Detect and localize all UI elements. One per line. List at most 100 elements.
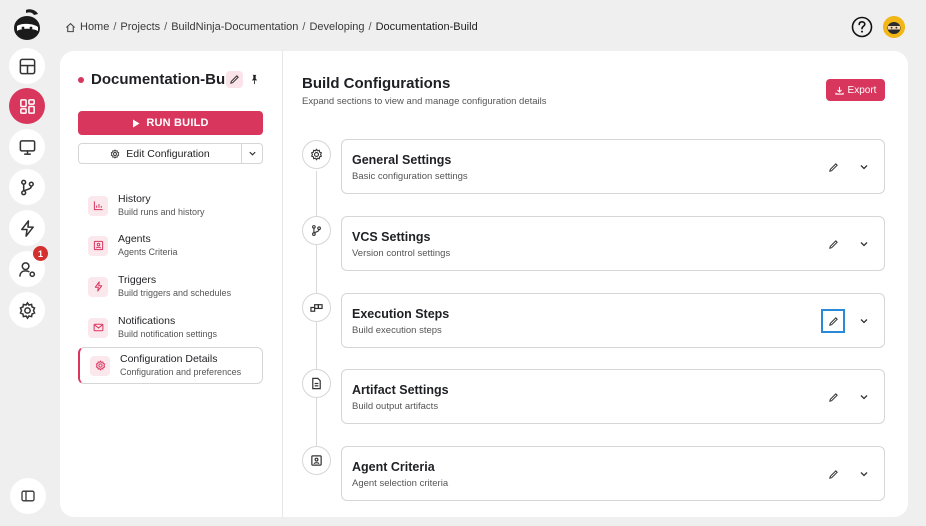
export-label: Export (847, 84, 877, 96)
pencil-icon (828, 162, 838, 172)
nav-icon-wrap (88, 195, 108, 216)
download-icon (834, 86, 844, 95)
sidebar-item-subtitle: Build runs and history (118, 207, 205, 217)
home-icon[interactable] (65, 22, 76, 33)
sidebar-item-title: Triggers (118, 274, 157, 286)
nav-text: Notifications Build notification setting… (118, 315, 217, 340)
section-title: General Settings (352, 153, 452, 167)
breadcrumb-project[interactable]: BuildNinja-Documentation (171, 21, 298, 33)
agent-icon (311, 455, 322, 466)
timeline-node (302, 140, 331, 169)
triggers-nav-button[interactable] (9, 210, 45, 246)
icon-rail: 1 (0, 0, 54, 526)
nav-text: Agents Agents Criteria (118, 233, 178, 258)
section-subtitle: Basic configuration settings (352, 171, 468, 182)
sidebar-item-subtitle: Agents Criteria (118, 247, 178, 257)
sidebar-item-history[interactable]: History Build runs and history (78, 187, 263, 224)
users-nav-button[interactable]: 1 (9, 246, 48, 287)
chevron-down-icon (860, 472, 868, 477)
run-build-label: RUN BUILD (146, 117, 209, 129)
expand-section-button[interactable] (854, 311, 874, 331)
section-title: Agent Criteria (352, 460, 435, 474)
sidebar-item-agents[interactable]: Agents Agents Criteria (78, 227, 263, 264)
gear-icon (110, 148, 120, 159)
gear-icon (310, 148, 323, 161)
sidebar-item-title: History (118, 193, 151, 205)
pencil-icon (828, 469, 838, 479)
nav-icon-wrap (88, 317, 108, 338)
play-icon (133, 119, 140, 127)
edit-title-button[interactable] (226, 71, 243, 88)
expand-section-button[interactable] (854, 157, 874, 177)
nav-text: Triggers Build triggers and schedules (118, 274, 231, 299)
ninja-logo[interactable] (12, 8, 42, 42)
projects-nav-button[interactable] (9, 88, 45, 124)
section-subtitle: Build execution steps (352, 325, 442, 336)
sidebar-item-triggers[interactable]: Triggers Build triggers and schedules (78, 268, 263, 305)
breadcrumb-separator: / (113, 21, 117, 33)
edit-section-button[interactable] (821, 156, 845, 178)
nav-icon-wrap (90, 355, 110, 376)
section-title: Execution Steps (352, 307, 450, 321)
nav-icon-wrap (88, 235, 108, 256)
notification-badge: 1 (33, 246, 48, 261)
nav-text: Configuration Details Configuration and … (120, 353, 241, 378)
section-card-agent-criteria[interactable]: Agent Criteria Agent selection criteria (341, 446, 885, 501)
section-card-execution-steps[interactable]: Execution Steps Build execution steps (341, 293, 885, 348)
sidebar-item-title: Configuration Details (120, 353, 218, 365)
section-title: Artifact Settings (352, 383, 449, 397)
expand-section-button[interactable] (854, 464, 874, 484)
sidebar-item-configuration-details[interactable]: Configuration Details Configuration and … (78, 347, 263, 384)
collapse-sidebar-button[interactable] (10, 478, 46, 514)
expand-section-button[interactable] (854, 234, 874, 254)
timeline-node (302, 216, 331, 245)
breadcrumb-folder[interactable]: Developing (309, 21, 364, 33)
edit-section-button[interactable] (821, 309, 845, 333)
section-card-artifact-settings[interactable]: Artifact Settings Build output artifacts (341, 369, 885, 424)
timeline-node (302, 446, 331, 475)
ninja-avatar-icon (883, 16, 905, 38)
edit-section-button[interactable] (821, 233, 845, 255)
edit-section-button[interactable] (821, 463, 845, 485)
grid-icon (19, 98, 35, 114)
page-title: Build Configurations (302, 75, 451, 92)
mail-icon (93, 323, 103, 332)
edit-section-button[interactable] (821, 386, 845, 408)
edit-configuration-dropdown[interactable] (241, 143, 263, 164)
sidebar-toggle-icon (21, 490, 35, 502)
help-icon[interactable] (851, 16, 873, 38)
section-title: VCS Settings (352, 230, 431, 244)
edit-configuration-button[interactable]: Edit Configuration (78, 143, 241, 164)
nav-text: History Build runs and history (118, 193, 205, 218)
section-card-general-settings[interactable]: General Settings Basic configuration set… (341, 139, 885, 194)
breadcrumb: Home / Projects / BuildNinja-Documentati… (65, 21, 478, 33)
section-subtitle: Agent selection criteria (352, 478, 449, 489)
dashboard-icon (19, 58, 35, 74)
dashboard-nav-button[interactable] (9, 48, 45, 84)
pin-icon (251, 74, 258, 85)
lightning-icon (94, 281, 102, 292)
sidebar-item-notifications[interactable]: Notifications Build notification setting… (78, 309, 263, 346)
chart-icon (93, 201, 103, 211)
gear-icon (18, 301, 36, 319)
nav-icon-wrap (88, 276, 108, 297)
avatar[interactable] (883, 16, 905, 38)
chevron-down-icon (860, 165, 868, 170)
pencil-icon (828, 316, 838, 326)
expand-section-button[interactable] (854, 387, 874, 407)
breadcrumb-separator: / (302, 21, 306, 33)
project-title: Documentation-Bu... (91, 71, 238, 88)
export-button[interactable]: Export (826, 79, 885, 101)
breadcrumb-home[interactable]: Home (80, 21, 109, 33)
breadcrumb-projects[interactable]: Projects (120, 21, 160, 33)
run-build-button[interactable]: RUN BUILD (78, 111, 263, 135)
chevron-down-icon (860, 319, 868, 324)
vcs-nav-button[interactable] (9, 169, 45, 205)
sidebar-item-subtitle: Build triggers and schedules (118, 288, 232, 298)
sidebar-item-subtitle: Configuration and preferences (120, 367, 242, 377)
settings-nav-button[interactable] (9, 292, 45, 328)
pin-button[interactable] (246, 71, 263, 88)
monitor-nav-button[interactable] (9, 129, 45, 165)
agent-icon (93, 240, 103, 251)
section-card-vcs-settings[interactable]: VCS Settings Version control settings (341, 216, 885, 271)
